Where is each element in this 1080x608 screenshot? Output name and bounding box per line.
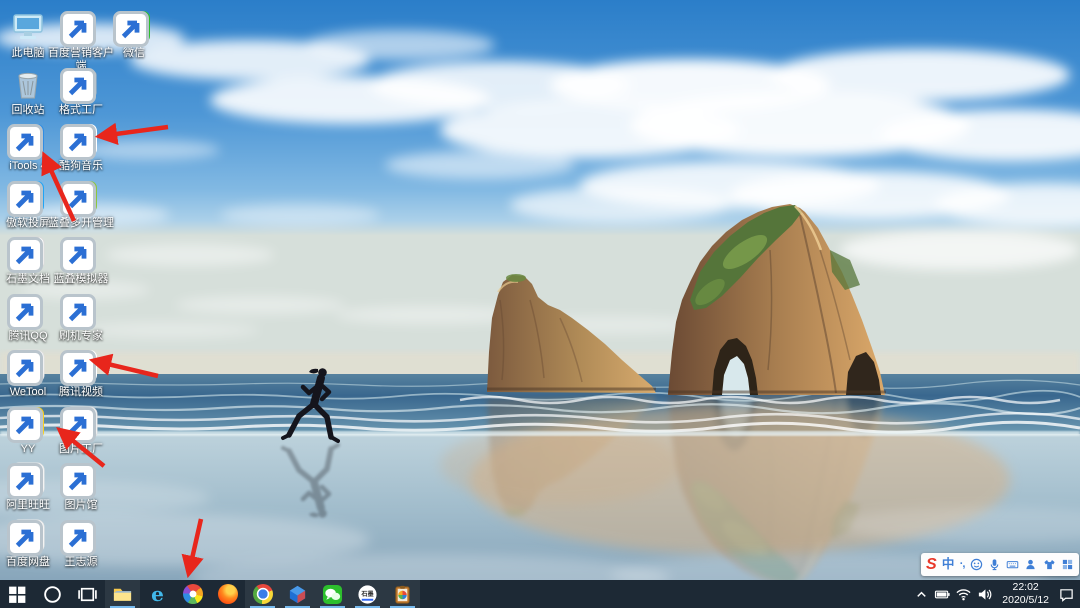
bs-emu-icon [60, 235, 99, 273]
ime-punctuation[interactable]: ·, [960, 559, 966, 570]
desktop-icon-wangwang[interactable]: 阿里旺旺 [2, 461, 54, 512]
taskbar-baidu-marketing-client-button[interactable] [385, 580, 420, 608]
pc-icon [10, 9, 46, 45]
battery-icon[interactable] [932, 580, 953, 608]
desktop-icon-label: 图片工厂 [59, 443, 103, 455]
wechat-icon [113, 9, 152, 47]
desktop-icon-apowermirror[interactable]: 傲软投屏 [2, 179, 54, 230]
taskbar-pinwheel-browser-button[interactable] [175, 580, 210, 608]
desktop-icon-kugou[interactable]: 酷狗音乐 [55, 122, 107, 173]
ime-skin-icon[interactable] [1024, 558, 1037, 571]
desktop-icon-label: 酷狗音乐 [59, 160, 103, 172]
desktop-icon-pic-gallery[interactable]: 图片馆 [55, 461, 107, 512]
taskbar-chrome-button[interactable] [245, 580, 280, 608]
desktop-icon-tencent-video[interactable]: 腾讯视频 [55, 348, 107, 399]
taskbar-start-button[interactable] [0, 580, 35, 608]
taskbar-edge-button[interactable]: e [140, 580, 175, 608]
desktop-icon-baidu-client[interactable]: 百度营销客户端 [48, 9, 114, 72]
kugou-icon [60, 122, 99, 160]
shimo-icon: 石墨 [7, 235, 46, 273]
qq-icon [7, 292, 46, 330]
flash-expert-icon [60, 292, 99, 330]
recycle-icon [10, 66, 46, 102]
wetool-icon [7, 348, 46, 386]
action-center-button[interactable] [1056, 580, 1077, 608]
desktop-icon-wechat[interactable]: 微信 [108, 9, 160, 60]
desktop-icon-recycle[interactable]: 回收站 [2, 66, 54, 117]
desktop-icon-itools[interactable]: iTools 4 [2, 122, 54, 173]
windows-desktop: 此电脑 百度营销客户端 微信回收站 格式工厂 iTools 4 酷狗音乐 傲软投屏 蓝叠多开管… [0, 0, 1080, 608]
desktop-icon-pc[interactable]: 此电脑 [2, 9, 54, 60]
baidu-pan-icon [7, 518, 46, 556]
ime-emoji-icon[interactable] [970, 558, 983, 571]
desktop-icon-grid: 此电脑 百度营销客户端 微信回收站 格式工厂 iTools 4 酷狗音乐 傲软投屏 蓝叠多开管… [0, 0, 1080, 608]
hidden-icons-chevron[interactable] [911, 580, 932, 608]
desktop-icon-bs-multi[interactable]: 蓝叠多开管理 [48, 179, 114, 230]
desktop-icon-yy[interactable]: YY [2, 405, 54, 456]
desktop-icon-label: 王志源 [64, 556, 98, 568]
wifi-icon[interactable] [953, 580, 974, 608]
ime-toolbox-icon[interactable] [1061, 558, 1074, 571]
baidu-client-icon [60, 9, 99, 47]
apowermirror-icon [7, 179, 46, 217]
volume-icon[interactable] [974, 580, 995, 608]
sogou-ime-bar: S 中 ·, [921, 553, 1079, 576]
wangwang-icon [7, 461, 46, 499]
desktop-icon-label: 图片馆 [64, 499, 98, 511]
itools-icon [7, 122, 46, 160]
pic-gallery-icon [60, 461, 99, 499]
pic-factory-icon [60, 405, 99, 443]
desktop-icon-qq[interactable]: 腾讯QQ [2, 292, 54, 343]
taskbar-wechat-button[interactable] [315, 580, 350, 608]
taskbar-bluestacks-button[interactable] [280, 580, 315, 608]
taskbar-cortana-button[interactable] [35, 580, 70, 608]
svg-text:石墨: 石墨 [360, 589, 374, 597]
system-tray: 22:02 2020/5/12 [911, 580, 1080, 608]
tencent-video-icon [60, 348, 99, 386]
desktop-icon-baidu-pan[interactable]: 百度网盘 [2, 518, 54, 569]
desktop-icon-label: 腾讯视频 [59, 386, 103, 398]
ime-keyboard-icon[interactable] [1006, 558, 1019, 571]
taskbar-clock[interactable]: 22:02 2020/5/12 [995, 581, 1056, 607]
sogou-logo[interactable]: S [926, 556, 937, 573]
desktop-icon-pic-factory[interactable]: 图片工厂 [55, 405, 107, 456]
desktop-icon-label: 蓝叠多开管理 [48, 217, 114, 229]
desktop-icon-flash-expert[interactable]: 刷机专家 [55, 292, 107, 343]
desktop-icon-wetool[interactable]: WeTool [2, 348, 54, 399]
format-factory-icon [60, 66, 99, 104]
taskbar-task-view-button[interactable] [70, 580, 105, 608]
desktop-icon-folder[interactable]: 王志源 [55, 518, 107, 569]
yy-icon [7, 405, 46, 443]
desktop-icon-bs-emu[interactable]: 蓝叠模拟器 [54, 235, 109, 286]
desktop-icon-shimo[interactable]: 石墨石墨文档 [2, 235, 54, 286]
clock-time: 22:02 [1012, 580, 1039, 593]
ime-wardrobe-icon[interactable] [1043, 558, 1056, 571]
desktop-icon-label: 蓝叠模拟器 [53, 273, 109, 285]
clock-date: 2020/5/12 [1002, 594, 1049, 606]
desktop-icon-format-factory[interactable]: 格式工厂 [55, 66, 107, 117]
desktop-icon-label: 格式工厂 [59, 104, 103, 116]
taskbar-shimo-docs-button[interactable]: 石墨 [350, 580, 385, 608]
folder-icon [60, 518, 99, 556]
ime-voice-icon[interactable] [988, 558, 1001, 571]
desktop-icon-label: 微信 [123, 47, 145, 59]
taskbar-firefox-button[interactable] [210, 580, 245, 608]
ime-mode-chinese[interactable]: 中 [942, 558, 955, 571]
desktop-icon-label: 刷机专家 [59, 330, 103, 342]
taskbar-file-explorer-button[interactable] [105, 580, 140, 608]
bs-multi-icon [60, 179, 99, 217]
